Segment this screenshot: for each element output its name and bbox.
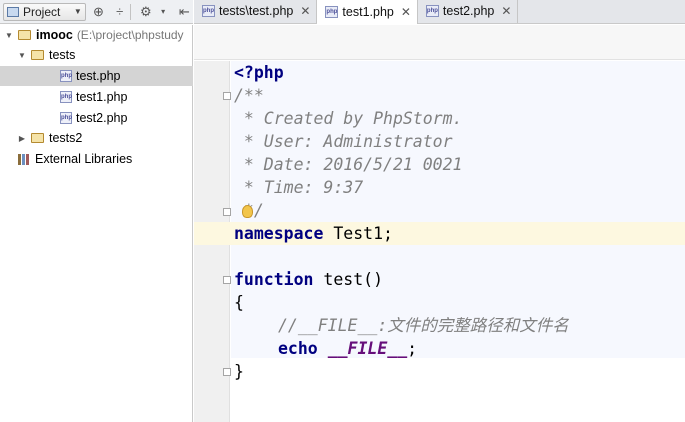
- intention-bulb-icon[interactable]: [242, 205, 253, 218]
- tree-root-name: imooc: [36, 28, 73, 42]
- code-line-1: <?php: [234, 61, 284, 84]
- project-toolbar: Project ▼ ⊕ ÷ ⚙ ▾ ⇤: [0, 0, 193, 24]
- code-line-8: namespace Test1;: [234, 222, 393, 245]
- doc-comment-line: * Created by PhpStorm.: [234, 109, 463, 128]
- editor-nav-strip: [194, 25, 685, 60]
- echo-keyword: echo: [278, 339, 318, 358]
- tab-label: test1.php: [342, 4, 394, 19]
- doc-comment-line: * User: Administrator: [234, 132, 453, 151]
- php-file-icon: php: [60, 91, 72, 103]
- code-line-12: //__FILE__:文件的完整路径和文件名: [278, 314, 569, 337]
- doc-comment-line: * Date: 2016/5/21 0021: [234, 155, 463, 174]
- doc-comment-line: * Time: 9:37: [234, 178, 364, 197]
- toolbar-divider: [130, 3, 132, 20]
- code-line-14: }: [234, 360, 244, 383]
- fold-marker-icon[interactable]: [223, 208, 231, 216]
- gear-dropdown-icon[interactable]: ▾: [154, 3, 171, 21]
- collapse-icon[interactable]: ÷: [111, 3, 128, 21]
- php-file-icon: php: [425, 5, 439, 17]
- magic-constant: __FILE__: [327, 339, 408, 358]
- close-icon[interactable]: ✕: [300, 4, 310, 18]
- tab-tests-test-php[interactable]: php tests\test.php ✕: [194, 0, 318, 23]
- hide-panel-icon[interactable]: ⇤: [176, 3, 193, 21]
- php-file-icon: php: [325, 5, 339, 18]
- php-file-icon: php: [60, 112, 72, 124]
- code-line-4: * User: Administrator: [234, 130, 453, 153]
- brace-open: {: [234, 293, 244, 312]
- tree-file-label: test1.php: [76, 90, 128, 104]
- tab-test1-php[interactable]: php test1.php ✕: [317, 0, 418, 24]
- fold-marker-icon[interactable]: [223, 368, 231, 376]
- project-view-dropdown[interactable]: Project ▼: [3, 2, 86, 21]
- php-file-icon: php: [60, 70, 72, 82]
- code-line-3: * Created by PhpStorm.: [234, 107, 463, 130]
- namespace-keyword: namespace: [234, 224, 324, 243]
- tab-test2-php[interactable]: php test2.php ✕: [418, 0, 519, 23]
- expanded-arrow-icon[interactable]: ▼: [4, 31, 14, 40]
- close-icon[interactable]: ✕: [501, 4, 511, 18]
- fold-marker-icon[interactable]: [223, 92, 231, 100]
- tree-item-external-libraries[interactable]: External Libraries: [0, 149, 193, 169]
- tree-item-imooc[interactable]: ▼ imooc (E:\project\phpstudy: [0, 25, 193, 45]
- close-icon[interactable]: ✕: [401, 5, 411, 19]
- doc-comment-open: /**: [234, 86, 264, 105]
- tree-file-label: test.php: [76, 69, 121, 83]
- code-line-2: /**: [234, 84, 264, 107]
- code-line-11: {: [234, 291, 244, 314]
- tree-item-tests[interactable]: ▼ tests: [0, 45, 193, 65]
- project-tree: ▼ imooc (E:\project\phpstudy ▼ tests php…: [0, 25, 193, 422]
- project-icon: [7, 6, 19, 17]
- code-line-6: * Time: 9:37: [234, 176, 363, 199]
- tab-label: tests\test.php: [219, 4, 294, 18]
- semicolon: ;: [407, 339, 418, 358]
- editor-tab-bar: php tests\test.php ✕ php test1.php ✕ php…: [194, 0, 685, 24]
- folder-icon: [31, 133, 44, 143]
- expanded-arrow-icon[interactable]: ▼: [17, 51, 27, 60]
- fold-marker-icon[interactable]: [223, 276, 231, 284]
- line-comment: //__FILE__:文件的完整路径和文件名: [278, 316, 569, 335]
- brace-close: }: [234, 362, 244, 381]
- tree-item-tests2[interactable]: ▶ tests2: [0, 128, 193, 148]
- tree-folder-label: tests2: [49, 131, 83, 145]
- project-view-label: Project: [23, 4, 61, 19]
- code-line-10: function test(): [234, 268, 383, 291]
- collapsed-arrow-icon[interactable]: ▶: [17, 134, 27, 143]
- tree-item-test-php[interactable]: php test.php: [0, 66, 193, 86]
- chevron-down-icon: ▼: [73, 7, 82, 16]
- php-open-tag: <?php: [234, 63, 284, 82]
- tree-item-test1-php[interactable]: php test1.php: [0, 87, 193, 107]
- namespace-name: Test1;: [323, 224, 393, 243]
- tree-folder-label: tests: [49, 48, 76, 62]
- tab-label: test2.php: [442, 4, 495, 18]
- tree-external-label: External Libraries: [35, 152, 133, 166]
- code-line-5: * Date: 2016/5/21 0021: [234, 153, 463, 176]
- sync-icon[interactable]: ⊕: [90, 3, 107, 21]
- tree-file-label: test2.php: [76, 111, 128, 125]
- library-icon: [18, 153, 31, 165]
- folder-icon: [18, 30, 31, 40]
- function-signature: test(): [313, 270, 384, 289]
- tree-item-test2-php[interactable]: php test2.php: [0, 108, 193, 128]
- gear-icon[interactable]: ⚙: [137, 3, 154, 21]
- code-line-13: echo __FILE__;: [278, 337, 417, 360]
- folder-icon: [31, 50, 44, 60]
- function-keyword: function: [234, 270, 314, 289]
- tree-root-path: (E:\project\phpstudy: [76, 28, 184, 42]
- php-file-icon: php: [202, 5, 215, 17]
